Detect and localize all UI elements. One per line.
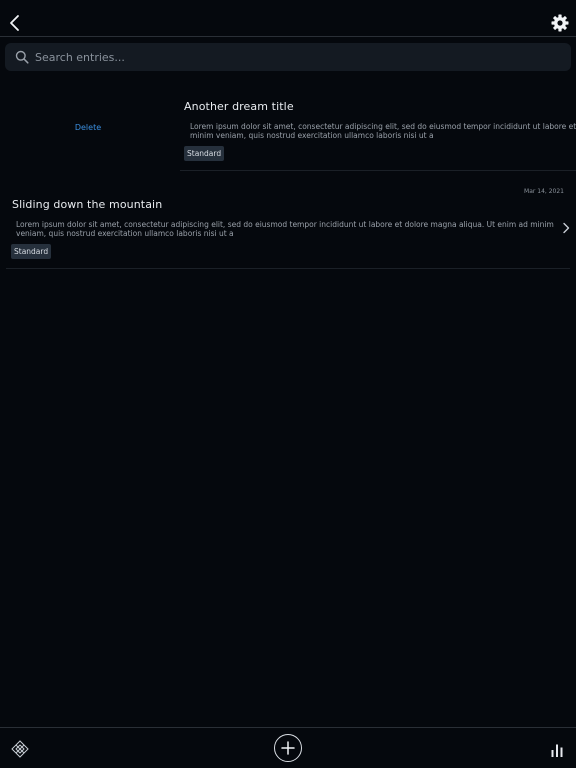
entry-tag: Standard — [11, 244, 52, 259]
dreamcatcher-icon — [11, 740, 29, 758]
plus-icon — [281, 741, 295, 755]
search-bar — [5, 43, 571, 71]
settings-button[interactable] — [550, 13, 570, 33]
entry-preview-line: minim veniam, quis nostrud exercitation … — [190, 131, 434, 140]
dreams-button[interactable] — [10, 739, 30, 759]
search-icon — [15, 50, 29, 64]
chevron-right-icon — [563, 222, 570, 234]
gear-icon — [551, 14, 569, 32]
delete-button[interactable]: Delete — [0, 98, 176, 156]
top-bar — [0, 0, 576, 37]
entry-preview: Lorem ipsum dolor sit amet, consectetur … — [16, 220, 554, 238]
add-entry-button[interactable] — [274, 734, 302, 762]
stats-button[interactable] — [550, 742, 564, 757]
entry-preview-line: Lorem ipsum dolor sit amet, consectetur … — [190, 122, 576, 131]
bottom-toolbar — [0, 727, 576, 768]
back-button[interactable] — [6, 12, 26, 34]
search-input[interactable] — [35, 43, 555, 71]
chevron-left-icon — [10, 15, 19, 31]
entry-date: Mar 14, 2021 — [524, 188, 564, 195]
entry-row[interactable]: Mar 14, 2021 Sliding down the mountain L… — [6, 186, 570, 269]
entry-row[interactable]: Another dream title Lorem ipsum dolor si… — [180, 92, 576, 171]
entry-title: Another dream title — [184, 100, 294, 113]
entry-title: Sliding down the mountain — [12, 198, 163, 211]
entry-tag: Standard — [184, 146, 225, 161]
journal-app: Delete Another dream title Lorem ipsum d… — [0, 0, 576, 768]
bar-chart-icon — [551, 744, 563, 757]
entry-preview: Lorem ipsum dolor sit amet, consectetur … — [190, 122, 576, 140]
